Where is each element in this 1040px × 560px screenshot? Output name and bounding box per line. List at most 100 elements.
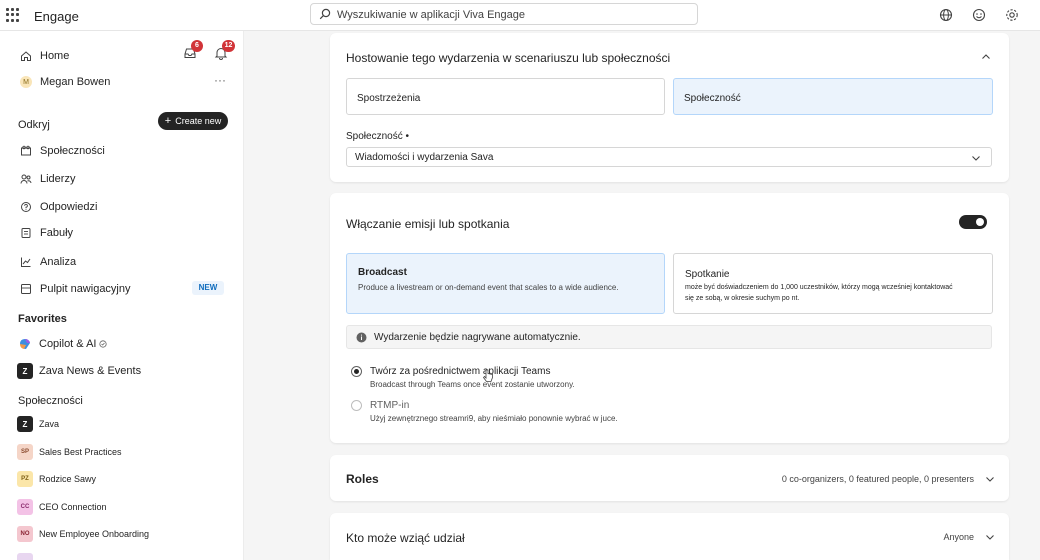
community-item[interactable]: NO New Employee Onboarding (17, 525, 149, 543)
nav-label: Liderzy (40, 173, 76, 185)
community-item[interactable]: PZ Rodzice Sawy (17, 470, 96, 488)
settings-gear-icon[interactable] (1003, 6, 1021, 24)
more-options-button[interactable]: ··· (214, 73, 226, 87)
create-new-button[interactable]: + Create new (158, 112, 228, 130)
sidebar-item-dashboard[interactable]: Pulpit nawigacyjny (20, 280, 131, 298)
favorite-item-zava-news[interactable]: Z Zava News & Events (17, 362, 141, 380)
broadcast-card: Włączanie emisji lub spotkania Broadcast… (330, 193, 1009, 443)
chevron-down-icon[interactable] (985, 474, 995, 484)
community-avatar: Z (17, 416, 33, 432)
host-option-insights[interactable]: Spostrzeżenia (346, 78, 665, 115)
nav-label: Pulpit nawigacyjny (40, 283, 131, 295)
communities-section-title: Społeczności (18, 395, 83, 407)
community-field-label: Społeczność • (346, 131, 409, 142)
community-dropdown[interactable]: Wiadomości i wydarzenia Sava (346, 147, 992, 167)
broadcast-toggle[interactable] (959, 215, 987, 229)
home-icon (21, 51, 31, 61)
zava-logo-icon: Z (17, 363, 33, 379)
sidebar-item-answers[interactable]: Odpowiedzi (20, 198, 97, 216)
favorite-label: Zava News & Events (39, 365, 142, 377)
community-name: Zava (39, 419, 60, 429)
chevron-down-icon[interactable] (985, 532, 995, 542)
rtmp-radio-desc: Użyj zewnętrznego streamri9, aby nieśmia… (370, 414, 618, 423)
hosting-card: Hostowanie tego wydarzenia w scenariuszu… (330, 33, 1009, 182)
nav-label: Fabuły (40, 227, 74, 239)
mouse-cursor-icon (482, 369, 493, 382)
favorite-label: Copilot & AI (39, 338, 97, 350)
sidebar-item-communities[interactable]: Społeczności (20, 142, 105, 160)
hosting-title: Hostowanie tego wydarzenia w scenariuszu… (346, 51, 671, 65)
rtmp-radio-label: RTMP-in (370, 400, 410, 411)
community-avatar: CC (17, 499, 33, 515)
host-option-label: Społeczność (684, 93, 741, 104)
search-icon (319, 8, 331, 20)
storyline-icon (21, 228, 31, 238)
roles-summary: 0 co-organizers, 0 featured people, 0 pr… (781, 474, 974, 484)
info-icon (356, 332, 367, 343)
discover-section-title: Odkryj (18, 119, 50, 131)
globe-icon[interactable] (937, 6, 955, 24)
community-item[interactable]: SP Sales Best Practices (17, 443, 122, 461)
teams-radio-desc: Broadcast through Teams once event zosta… (370, 380, 575, 389)
app-launcher-icon[interactable] (6, 8, 20, 22)
nav-label: Społeczności (40, 145, 105, 157)
verified-icon (99, 340, 108, 348)
attendance-title: Kto może wziąć udział (346, 531, 465, 545)
search-input[interactable]: Wyszukiwanie w aplikacji Viva Engage (310, 3, 698, 25)
search-placeholder: Wyszukiwanie w aplikacji Viva Engage (337, 9, 526, 21)
sidebar-item-profile[interactable]: M Megan Bowen (20, 73, 110, 91)
community-avatar: NO (17, 526, 33, 542)
favorites-section-title: Favorites (18, 313, 67, 325)
community-item[interactable]: CC CEO Connection (17, 498, 107, 516)
sidebar-item-storylines[interactable]: Fabuły (20, 224, 73, 242)
recording-info-bar: Wydarzenie będzie nagrywane automatyczni… (346, 325, 992, 349)
emoji-icon[interactable] (970, 6, 988, 24)
analytics-icon (21, 257, 31, 267)
meeting-option[interactable]: Spotkanie może być doświadczeniem do 1,0… (673, 253, 993, 314)
broadcast-option[interactable]: Broadcast Produce a livestream or on-dem… (346, 253, 665, 314)
meeting-option-desc: może być doświadczeniem do 1,000 uczestn… (685, 284, 953, 302)
home-label: Home (40, 50, 70, 62)
chevron-up-icon[interactable] (981, 52, 991, 62)
favorite-item-copilot[interactable]: Copilot & AI (17, 335, 115, 353)
broadcast-option-title: Broadcast (358, 267, 407, 278)
communities-icon (21, 145, 31, 156)
teams-radio-label: Twórz za pośrednictwem aplikacji Teams (370, 366, 551, 377)
community-dropdown-value: Wiadomości i wydarzenia Sava (355, 152, 494, 163)
host-option-label: Spostrzeżenia (357, 93, 421, 104)
notification-count-badge: 12 (222, 40, 235, 52)
nav-label: Odpowiedzi (40, 201, 98, 213)
host-option-community[interactable]: Społeczność (673, 78, 993, 115)
community-name: Rodzice Sawy (39, 474, 97, 484)
attendance-card[interactable]: Kto może wziąć udział Anyone (330, 513, 1009, 560)
meeting-option-title: Spotkanie (685, 269, 730, 280)
sidebar-item-analytics[interactable]: Analiza (20, 253, 76, 271)
community-avatar-partial (17, 553, 33, 560)
inbox-count-badge: 6 (191, 40, 203, 52)
roles-card[interactable]: Roles 0 co-organizers, 0 featured people… (330, 455, 1009, 501)
sidebar: Home 6 12 M Megan Bowen ··· Odkryj + Cre… (0, 31, 244, 560)
sidebar-item-home[interactable]: Home (20, 47, 69, 65)
new-tag: NEW (192, 281, 224, 295)
community-name: CEO Connection (39, 502, 107, 512)
dashboard-icon (21, 284, 31, 294)
attendance-value: Anyone (943, 532, 974, 542)
broadcast-title: Włączanie emisji lub spotkania (346, 217, 510, 231)
top-bar: Engage Wyszukiwanie w aplikacji Viva Eng… (0, 0, 1040, 31)
recording-info-text: Wydarzenie będzie nagrywane automatyczni… (374, 332, 581, 343)
sidebar-item-leaders[interactable]: Liderzy (20, 170, 75, 188)
broadcast-option-desc: Produce a livestream or on-demand event … (358, 283, 619, 292)
community-item[interactable]: Z Zava (17, 415, 59, 433)
nav-label: Analiza (40, 256, 77, 268)
community-name: New Employee Onboarding (39, 529, 150, 539)
answers-icon (21, 202, 31, 212)
copilot-logo-icon (20, 339, 30, 349)
app-name[interactable]: Engage (34, 9, 79, 24)
rtmp-radio[interactable] (351, 400, 362, 411)
user-name: Megan Bowen (40, 76, 111, 88)
user-avatar: M (20, 76, 32, 88)
create-new-label: Create new (175, 116, 222, 126)
teams-radio[interactable] (351, 366, 362, 377)
plus-icon: + (164, 115, 172, 127)
community-name: Sales Best Practices (39, 447, 122, 457)
